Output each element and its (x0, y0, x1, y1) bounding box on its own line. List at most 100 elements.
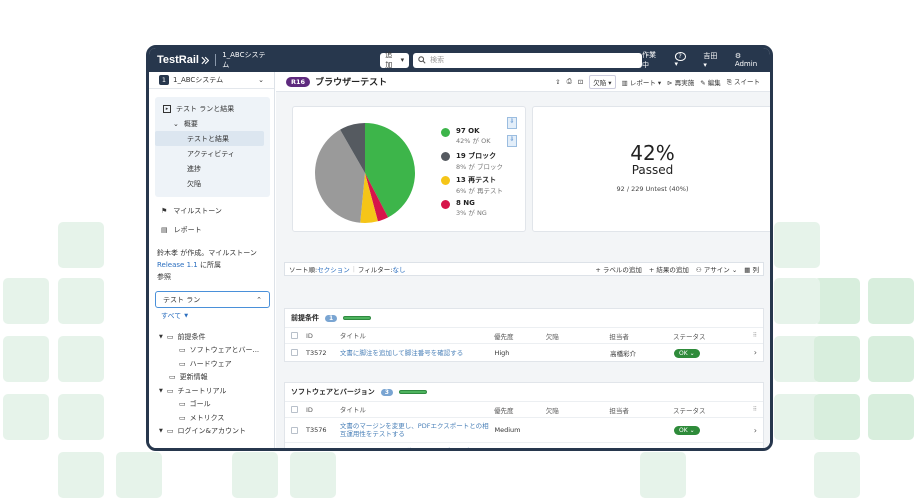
tree-node[interactable]: ▼ ▭ 前提条件 (149, 330, 274, 344)
working-menu[interactable]: 作業中 (642, 50, 661, 70)
chevron-right-icon[interactable]: › (754, 348, 757, 357)
select-all-checkbox[interactable] (291, 406, 298, 413)
project-selector[interactable]: 1 1_ABCシステム ⌄ (149, 72, 274, 89)
passed-summary-card: 42% Passed 92 / 229 Untest (40%) (532, 106, 770, 232)
table-row[interactable]: T3572 文書に脚注を追加して脚注番号を確認する High 高橋彩介 OK ⌄… (285, 343, 763, 361)
legend-count: 19 ブロック (456, 152, 497, 160)
legend-count: 13 再テスト (456, 176, 497, 184)
download-icon[interactable]: ⇩ (507, 117, 517, 129)
add-label-button[interactable]: + ラベルの追加 (595, 264, 642, 274)
column-header-defects[interactable]: 欠陥 (546, 331, 610, 341)
status-label: OK (679, 349, 688, 357)
column-header-id[interactable]: ID (306, 332, 340, 340)
column-header-status[interactable]: ステータス (673, 331, 753, 341)
filter-all-dropdown[interactable]: すべて ▼ (149, 308, 274, 324)
select-all-checkbox[interactable] (291, 332, 298, 339)
caret-down-icon: ▼ (159, 387, 163, 394)
tree-node[interactable]: ▼ ▭ ログイン&アカウント (149, 425, 274, 439)
assign-button[interactable]: ⚇ アサイン ⌄ (696, 264, 737, 274)
tree-label: 更新情報 (179, 373, 208, 382)
defects-button[interactable]: 欠陥 ▾ (589, 74, 616, 89)
add-button[interactable]: 追加 ▾ (380, 51, 410, 69)
sidebar-item-tests-results[interactable]: テストと結果 (155, 131, 264, 146)
section-progress-bar (398, 390, 427, 394)
add-result-button[interactable]: + 結果の追加 (649, 264, 689, 274)
reports-button[interactable]: ▥ レポート ▾ (622, 77, 662, 87)
chevron-right-icon[interactable]: › (754, 426, 757, 435)
tree-node[interactable]: ▭ ソフトウェアとバー... (149, 344, 274, 358)
column-header-assignee[interactable]: 担当者 (609, 405, 673, 415)
tree-node[interactable]: ▼ ▭ チュートリアル (149, 384, 274, 398)
filter-link[interactable]: なし (392, 264, 405, 274)
print-icon[interactable]: ⎙ (567, 77, 572, 86)
folder-icon: ▭ (166, 386, 174, 395)
sidebar-item-activity[interactable]: アクティビティ (155, 146, 270, 161)
table-row[interactable]: T3576 文書のマージンを変更し、PDFエクスポートとの相互運用性をテストする… (285, 417, 763, 442)
sort-link[interactable]: セクション (317, 264, 350, 274)
lock-icon[interactable]: ⊡ (578, 78, 583, 86)
table-row[interactable]: T3578 テストメニューのキーボードバインディングとショートカット Criti… (285, 442, 763, 448)
test-priority: Medium (494, 426, 521, 434)
message-line: に所属 (199, 261, 221, 269)
column-header-priority[interactable]: 優先度 (494, 405, 546, 415)
tree-label: メトリクス (189, 413, 225, 422)
export-icon[interactable]: ⇪ (555, 78, 560, 86)
tree-node[interactable]: ▭ ゴール (149, 398, 274, 412)
status-dropdown[interactable]: OK ⌄ (674, 426, 700, 435)
sidebar-item-label: レポート (173, 225, 202, 234)
tree-node[interactable]: ▭ 更新情報 (149, 371, 274, 385)
sidebar-item-reports[interactable]: ▤ レポート (149, 220, 274, 239)
admin-menu[interactable]: ⚙ Admin (735, 52, 762, 68)
test-run-panel-header[interactable]: テスト ラン ⌃ (155, 291, 270, 308)
csv-download-icon[interactable]: ⇩ (507, 135, 517, 147)
test-title-link[interactable]: 文書に脚注を追加して脚注番号を確認する (340, 349, 495, 357)
tree-node[interactable]: ▭ ハードウェア (149, 357, 274, 371)
help-menu[interactable]: ? ▾ (674, 52, 690, 68)
folder-icon: ▭ (166, 332, 174, 341)
user-menu[interactable]: 吉田 ▾ (703, 51, 720, 69)
suite-button[interactable]: ⎘ スイート (727, 76, 760, 87)
test-title-link[interactable]: テストメニューのキーボードバインディングとショートカット (340, 447, 495, 448)
chevron-up-icon: ⌃ (256, 295, 262, 304)
legend-swatch (441, 176, 450, 185)
column-header-status[interactable]: ステータス (673, 405, 753, 415)
section-header: ソフトウェアとバージョン 3 (285, 383, 763, 401)
column-header-priority[interactable]: 優先度 (494, 331, 546, 341)
column-header-defects[interactable]: 欠陥 (546, 405, 610, 415)
column-settings-icon[interactable]: ⠿ (753, 332, 757, 339)
page-title: ブラウザーテスト (315, 78, 388, 88)
sidebar-item-milestones[interactable]: ⚑ マイルストーン (149, 201, 274, 220)
edit-button[interactable]: ✎ 編集 (700, 77, 721, 87)
test-title-link[interactable]: 文書のマージンを変更し、PDFエクスポートとの相互運用性をテストする (340, 422, 495, 438)
sidebar-item-overview[interactable]: ⌄ 概要 (155, 116, 270, 131)
column-header-assignee[interactable]: 担当者 (609, 331, 673, 341)
milestone-link[interactable]: Release 1.1 (157, 261, 198, 269)
sidebar-item-defects[interactable]: 欠陥 (155, 176, 270, 191)
legend-swatch (441, 200, 450, 209)
suite-icon: ⎘ (726, 78, 732, 86)
flag-icon: ⚑ (161, 206, 168, 215)
row-checkbox[interactable] (291, 349, 298, 356)
search-icon (418, 56, 426, 64)
sidebar-item-runs[interactable]: ▸ テスト ランと結果 (155, 101, 270, 116)
tree-node[interactable]: ▭ メトリクス (149, 411, 274, 425)
add-button-label: 追加 (385, 51, 393, 69)
column-settings-icon[interactable]: ⠿ (753, 406, 757, 413)
rerun-button[interactable]: ⊳ 再実施 (667, 77, 694, 87)
pencil-icon: ✎ (700, 78, 706, 87)
run-id-badge: R16 (286, 76, 311, 87)
columns-button[interactable]: ▦ 列 (744, 264, 759, 274)
status-chart-card: 97 OK 42% が OK 19 ブロック 8% が ブロック 13 再テスト 6%… (292, 106, 526, 232)
table-header-row: ID タイトル 優先度 欠陥 担当者 ステータス ⠿ (285, 327, 763, 343)
project-name[interactable]: 1_ABCシステム (222, 50, 268, 70)
row-checkbox[interactable] (291, 426, 298, 434)
status-dropdown[interactable]: OK ⌄ (674, 348, 700, 358)
sidebar: 1 1_ABCシステム ⌄ ▸ テスト ランと結果 ⌄ 概要 テストと結果 アク… (149, 72, 275, 448)
column-header-title[interactable]: タイトル (340, 332, 494, 340)
passed-label: Passed (631, 163, 674, 177)
column-header-id[interactable]: ID (306, 406, 340, 414)
column-header-title[interactable]: タイトル (340, 406, 494, 414)
sidebar-item-progress[interactable]: 進捗 (155, 161, 270, 176)
search-input[interactable]: 検索 (413, 52, 642, 68)
panel-title: テスト ラン (163, 295, 201, 304)
